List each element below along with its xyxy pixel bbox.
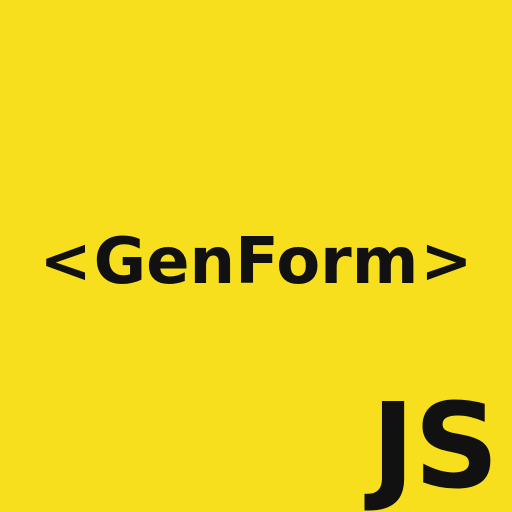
logo-title: < GenForm > xyxy=(0,216,512,308)
left-angle-bracket-icon: < xyxy=(39,224,92,297)
logo-name: GenForm xyxy=(93,225,419,299)
logo-canvas: < GenForm > JS xyxy=(0,0,512,512)
js-badge: JS xyxy=(371,377,499,512)
right-angle-bracket-icon: > xyxy=(420,224,473,297)
